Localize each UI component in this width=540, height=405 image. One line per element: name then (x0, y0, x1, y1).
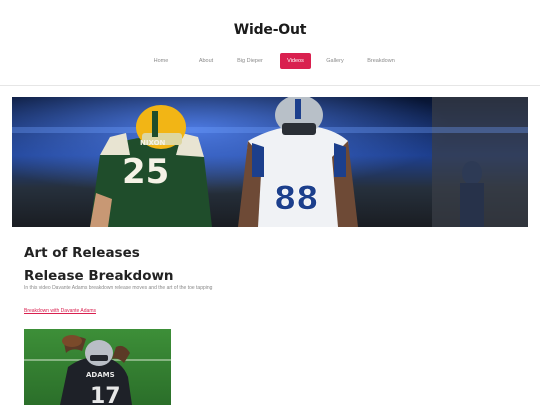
nav-item-gallery[interactable]: Gallery (320, 53, 350, 69)
nav-item-videos[interactable]: Videos (280, 53, 311, 69)
green-nameplate: NIXON (140, 139, 166, 147)
heading-art-of-releases: Art of Releases (24, 245, 140, 261)
site-title[interactable]: Wide-Out (0, 22, 540, 38)
nav-item-breakdown[interactable]: Breakdown (362, 53, 400, 69)
video-description: In this video Davante Adams breakdown re… (24, 285, 213, 291)
hero-football-photo: 25 NIXON 88 (12, 97, 528, 227)
nav-item-home[interactable]: Home (146, 53, 176, 69)
breakdown-link[interactable]: Breakdown with Davante Adams (24, 308, 96, 314)
heading-release-breakdown: Release Breakdown (24, 268, 174, 284)
white-jersey-number: 88 (274, 179, 319, 217)
thumbnail-photo: ADAMS 17 (24, 329, 171, 405)
hero-image: 25 NIXON 88 (12, 97, 528, 227)
nav-item-about[interactable]: About (191, 53, 221, 69)
main-nav: Home About Big Dieper Videos Gallery Bre… (0, 53, 540, 69)
site-header: Wide-Out Home About Big Dieper Videos Ga… (0, 0, 540, 86)
thumbnail-jersey-number: 17 (90, 384, 121, 405)
thumbnail-nameplate: ADAMS (86, 371, 115, 379)
nav-item-big-dieper[interactable]: Big Dieper (231, 53, 269, 69)
background-figure (460, 161, 484, 227)
video-thumbnail[interactable]: ADAMS 17 (24, 329, 171, 405)
green-jersey-number: 25 (122, 152, 169, 192)
